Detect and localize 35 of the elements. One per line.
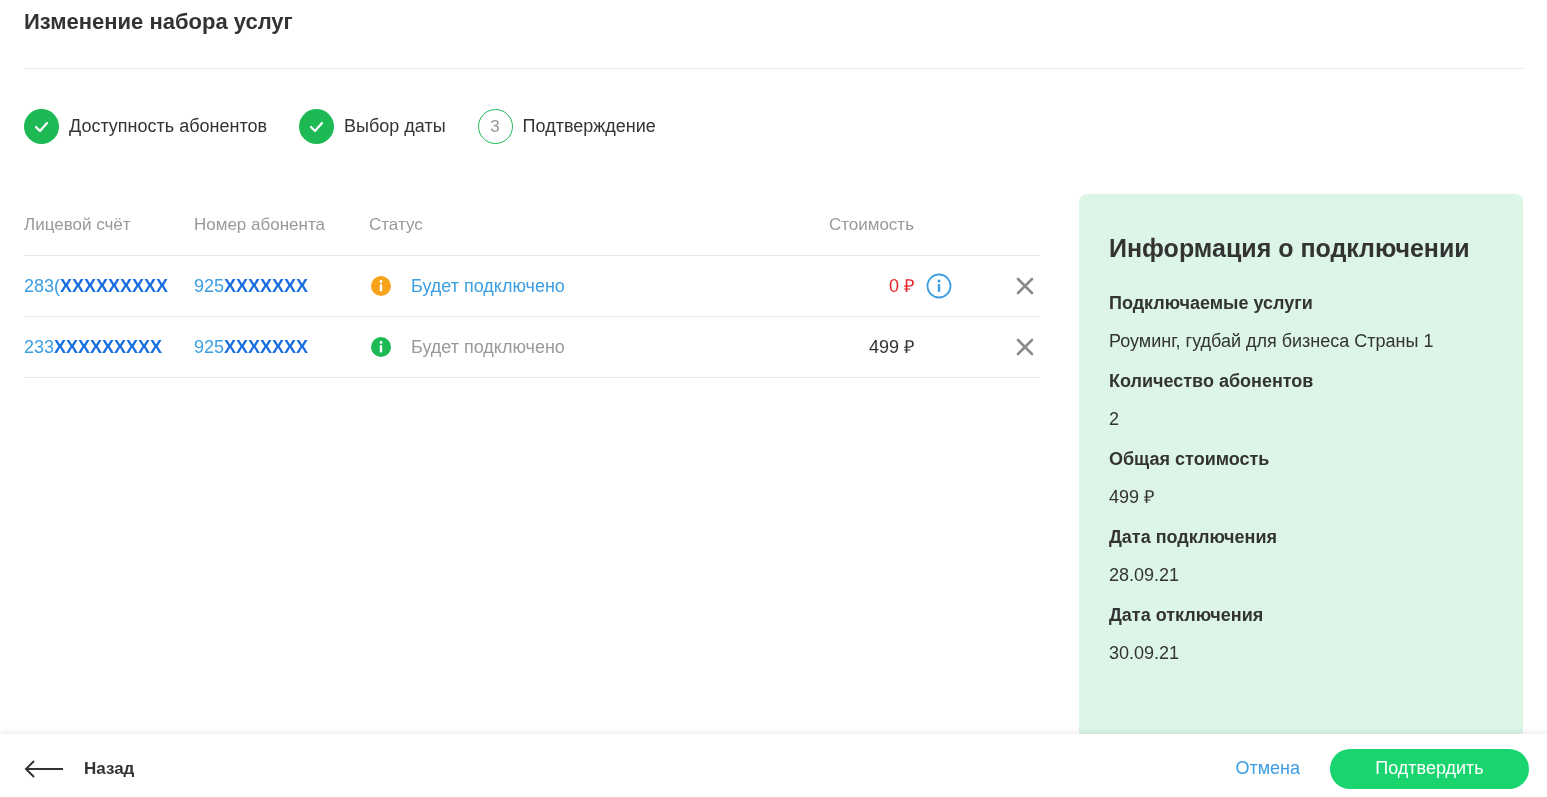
info-icon [371, 276, 391, 296]
cost: 0 ₽ [888, 274, 914, 298]
field-label: Подключаемые услуги [1109, 291, 1314, 314]
cancel-link[interactable]: Отмена [1235, 755, 1300, 782]
back-button[interactable]: Назад [24, 755, 135, 782]
status-text: Будет подключено [411, 335, 565, 359]
column-header: Стоимость [827, 213, 914, 236]
arrow-left-icon [24, 758, 64, 779]
info-icon [371, 337, 391, 357]
field-value: 499 ₽ [1109, 485, 1156, 508]
column-header: Статус [369, 213, 424, 236]
field-value: 28.09.21 [1109, 563, 1181, 586]
field-label: Дата подключения [1109, 525, 1278, 548]
close-icon[interactable] [1016, 338, 1034, 356]
step-label: Подтверждение [522, 115, 656, 138]
cost: 499 ₽ [867, 335, 914, 359]
close-icon[interactable] [1016, 277, 1034, 295]
field-label: Дата отключения [1109, 603, 1265, 626]
phone-link[interactable]: 925XXXXXXX [194, 333, 369, 361]
panel-title: Информация о подключении [1109, 233, 1471, 264]
account-link[interactable]: 283(XXXXXXXXX [24, 272, 194, 300]
field-label: Общая стоимость [1109, 447, 1271, 470]
phone-link[interactable]: 925XXXXXXX [194, 272, 369, 300]
field-label: Количество абонентов [1109, 369, 1315, 392]
field-value: Роуминг, гудбай для бизнеса Страны 1 [1109, 329, 1435, 352]
column-header: Номер абонента [194, 213, 326, 236]
status-text: Будет подключено [411, 274, 565, 298]
account-link[interactable]: 233XXXXXXXXX [24, 333, 194, 361]
field-value: 30.09.21 [1109, 641, 1181, 664]
column-header: Лицевой счёт [24, 213, 132, 236]
field-value: 2 [1109, 407, 1120, 430]
info-icon[interactable] [926, 273, 952, 299]
page-title: Изменение набора услуг [24, 8, 294, 36]
step-label: Доступность абонентов [69, 115, 267, 138]
step-label: Выбор даты [344, 115, 446, 138]
